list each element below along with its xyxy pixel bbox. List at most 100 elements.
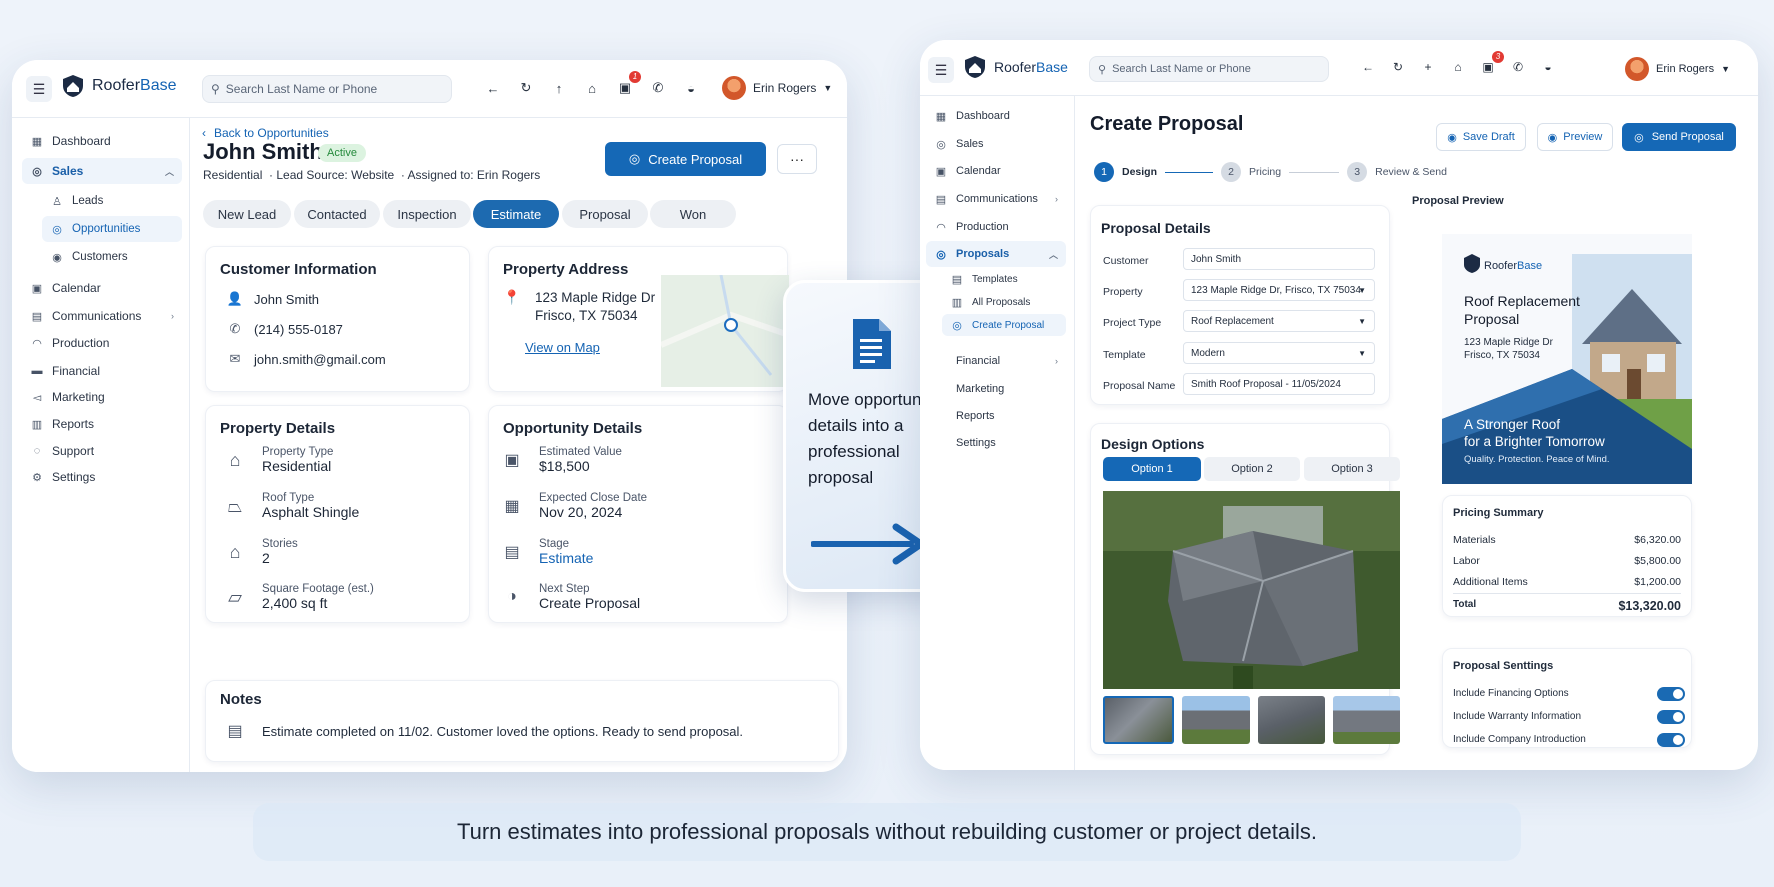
sidebar-item-leads[interactable]: ♙ Leads <box>42 188 182 214</box>
sidebar-label: Settings <box>956 437 996 449</box>
stage-contacted[interactable]: Contacted <box>294 200 380 228</box>
stage-proposal[interactable]: Proposal <box>562 200 648 228</box>
logo[interactable]: RooferBase <box>962 54 1068 80</box>
phone-icon[interactable]: ✆ <box>650 80 666 96</box>
refresh-icon[interactable]: ↻ <box>518 80 534 96</box>
warranty-toggle[interactable] <box>1657 710 1685 724</box>
upload-icon[interactable]: ↑ <box>551 81 567 96</box>
sidebar-item-marketing[interactable]: ◅ Marketing <box>22 384 182 410</box>
step-3-label[interactable]: Review & Send <box>1375 166 1447 178</box>
template-icon: ▤ <box>951 273 963 286</box>
preview-button[interactable]: ◉ Preview <box>1537 123 1613 151</box>
sidebar-item-communications[interactable]: ▤ Communications › <box>22 303 182 329</box>
sidebar-item-support[interactable]: ◌ Support <box>22 438 182 464</box>
proposal-name-input[interactable]: Smith Roof Proposal - 11/05/2024 <box>1183 373 1375 395</box>
add-icon[interactable]: + <box>1420 60 1436 74</box>
roof-aerial-image[interactable] <box>1103 491 1400 689</box>
thumbnail-2[interactable] <box>1182 696 1250 744</box>
field-value: 123 Maple Ridge Dr, Frisco, TX 75034 <box>1191 284 1361 296</box>
option-3-tab[interactable]: Option 3 <box>1304 457 1400 481</box>
sidebar-item-templates[interactable]: ▤ Templates <box>942 268 1066 290</box>
stage-new-lead[interactable]: New Lead <box>203 200 291 228</box>
sidebar-item-dashboard[interactable]: ▦ Dashboard <box>926 103 1066 129</box>
sidebar-item-reports[interactable]: ▥ Reports <box>22 411 182 437</box>
inbox-icon[interactable]: ▣ 1 <box>617 71 641 96</box>
step-1-label[interactable]: Design <box>1122 166 1157 178</box>
sidebar-item-calendar[interactable]: ▣ Calendar <box>926 158 1066 184</box>
back-arrow-icon[interactable]: ← <box>1360 60 1376 74</box>
sidebar-item-all-proposals[interactable]: ▥ All Proposals <box>942 291 1066 313</box>
project-type-select[interactable]: Roof Replacement ▼ <box>1183 310 1375 332</box>
user-menu[interactable]: Erin Rogers ▼ <box>722 76 832 100</box>
sidebar-item-calendar[interactable]: ▣ Calendar <box>22 275 182 301</box>
note-icon: ▤ <box>227 723 243 740</box>
create-proposal-button[interactable]: ◎ Create Proposal <box>605 142 766 176</box>
stage-inspection[interactable]: Inspection <box>383 200 471 228</box>
drop-icon[interactable]: ◒ <box>683 81 699 96</box>
sidebar-item-production[interactable]: ◠ Production <box>22 330 182 356</box>
search-input[interactable]: Search Last Name or Phone <box>226 82 377 96</box>
sidebar-item-opportunities[interactable]: ◎ Opportunities <box>42 216 182 242</box>
back-arrow-icon[interactable]: ← <box>485 81 501 96</box>
property-select[interactable]: 123 Maple Ridge Dr, Frisco, TX 75034 ▼ <box>1183 279 1375 301</box>
customer-email[interactable]: john.smith@gmail.com <box>254 352 386 367</box>
preview-tagline: A Stronger Roof for a Brighter Tomorrow <box>1464 417 1605 449</box>
drop-icon[interactable]: ◒ <box>1540 60 1556 74</box>
inbox-icon[interactable]: ▣ 3 <box>1480 51 1504 74</box>
stage-won[interactable]: Won <box>650 200 736 228</box>
sidebar-item-communications[interactable]: ▤ Communications › <box>926 186 1066 212</box>
financing-toggle[interactable] <box>1657 687 1685 701</box>
send-proposal-button[interactable]: ◎ Send Proposal <box>1622 123 1736 151</box>
customer-field[interactable]: John Smith <box>1183 248 1375 270</box>
setting-introduction: Include Company Introduction <box>1443 733 1691 747</box>
user-name: Erin Rogers <box>1656 63 1715 75</box>
search-bar[interactable]: ⚲ Search Last Name or Phone <box>202 75 452 103</box>
sidebar-item-production[interactable]: ◠ Production <box>926 214 1066 240</box>
sidebar-item-settings[interactable]: Settings <box>926 430 1066 456</box>
customer-phone[interactable]: (214) 555-0187 <box>254 322 343 337</box>
sidebar-item-financial[interactable]: ▬ Financial <box>22 358 182 384</box>
menu-icon[interactable]: ☰ <box>928 57 954 83</box>
preview-title: Proposal Preview <box>1412 195 1504 207</box>
menu-icon[interactable]: ☰ <box>26 76 52 102</box>
sidebar-item-marketing[interactable]: Marketing <box>926 376 1066 402</box>
search-input[interactable]: Search Last Name or Phone <box>1112 63 1251 75</box>
thumbnail-3[interactable] <box>1257 696 1325 744</box>
sidebar-item-sales[interactable]: ◎ Sales <box>926 131 1066 157</box>
save-draft-button[interactable]: ◉ Save Draft <box>1436 123 1526 151</box>
logo[interactable]: RooferBase <box>60 73 177 99</box>
search-bar[interactable]: ⚲ Search Last Name or Phone <box>1089 56 1329 82</box>
money-icon: ▣ <box>504 452 520 469</box>
preview-document[interactable]: RooferBase Roof Replacement Proposal 123… <box>1442 234 1692 484</box>
option-1-tab[interactable]: Option 1 <box>1103 457 1201 481</box>
sidebar-item-reports[interactable]: Reports <box>926 403 1066 429</box>
home-icon[interactable]: ⌂ <box>1450 60 1466 74</box>
sidebar-label: Opportunities <box>72 223 141 235</box>
home-icon[interactable]: ⌂ <box>584 81 600 96</box>
map-thumbnail[interactable] <box>661 275 789 387</box>
template-select[interactable]: Modern ▼ <box>1183 342 1375 364</box>
introduction-toggle[interactable] <box>1657 733 1685 747</box>
stage-estimate[interactable]: Estimate <box>473 200 559 228</box>
back-link[interactable]: ‹ Back to Opportunities <box>202 126 329 140</box>
thumbnail-4[interactable] <box>1332 696 1400 744</box>
view-on-map-link[interactable]: View on Map <box>525 340 600 355</box>
option-2-tab[interactable]: Option 2 <box>1204 457 1300 481</box>
toolbar-icons: ← ↻ + ⌂ ▣ 3 ✆ ◒ <box>1360 51 1556 74</box>
sidebar-item-create-proposal[interactable]: ◎ Create Proposal <box>942 314 1066 336</box>
sidebar-item-dashboard[interactable]: ▦ Dashboard <box>22 128 182 154</box>
sidebar-item-proposals[interactable]: ◎ Proposals ︿ <box>926 241 1066 267</box>
sidebar-item-customers[interactable]: ◉ Customers <box>42 244 182 270</box>
sidebar-item-financial[interactable]: Financial › <box>926 348 1066 374</box>
sidebar-item-sales[interactable]: ◎ Sales ︿ <box>22 158 182 184</box>
support-icon: ◌ <box>33 445 41 457</box>
phone-icon[interactable]: ✆ <box>1510 60 1526 74</box>
user-menu[interactable]: Erin Rogers ▼ <box>1625 57 1730 81</box>
chevron-down-icon: ▼ <box>1358 285 1366 295</box>
step-2-label[interactable]: Pricing <box>1249 166 1281 178</box>
refresh-icon[interactable]: ↻ <box>1390 60 1406 74</box>
thumbnail-1[interactable] <box>1103 696 1175 744</box>
more-button[interactable]: ··· <box>777 144 817 174</box>
top-bar: ☰ RooferBase ⚲ Search Last Name or Phone… <box>12 60 847 118</box>
sidebar-item-settings[interactable]: ⚙ Settings <box>22 464 182 490</box>
